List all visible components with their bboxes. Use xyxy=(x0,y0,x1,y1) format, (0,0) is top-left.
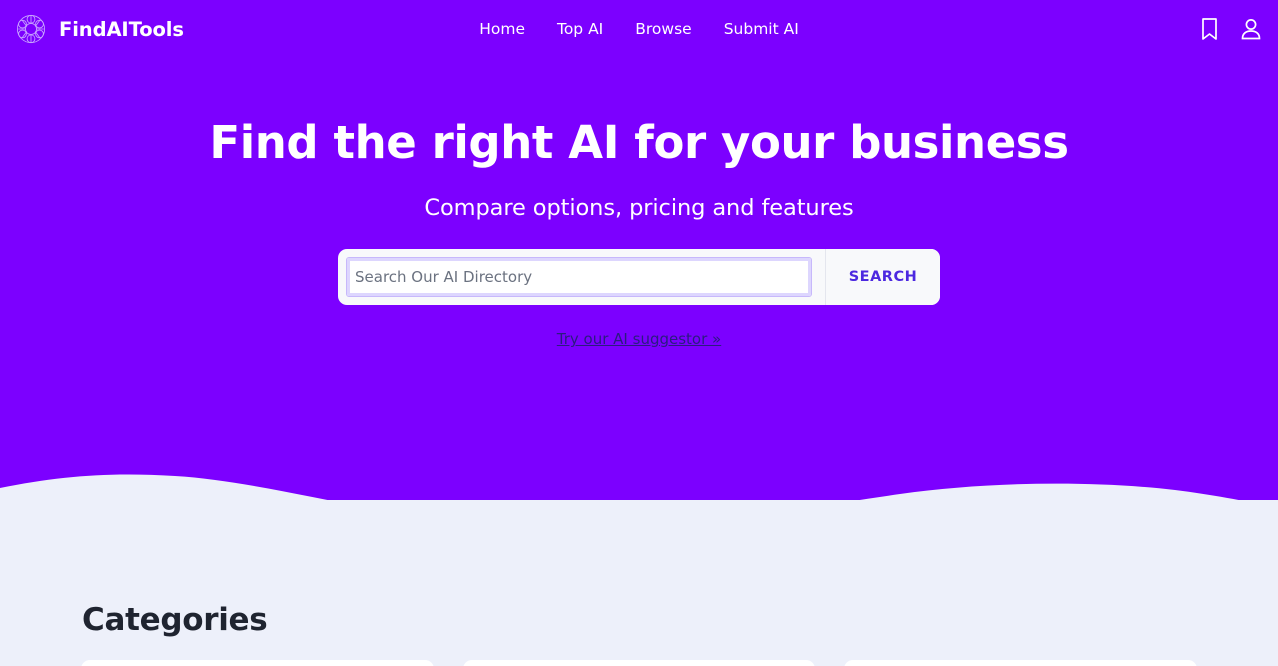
categories-card-row xyxy=(81,660,1198,666)
nav-item-home[interactable]: Home xyxy=(463,20,541,38)
category-card[interactable] xyxy=(844,660,1198,666)
search-input[interactable] xyxy=(346,257,812,298)
wave-divider xyxy=(0,474,1278,540)
header-icon-group xyxy=(1196,15,1264,43)
ai-suggestor-link[interactable]: Try our AI suggestor » xyxy=(557,330,721,348)
user-account-icon[interactable] xyxy=(1238,15,1264,43)
brand-logo-link[interactable]: FindAITools xyxy=(14,12,184,46)
categories-heading: Categories xyxy=(82,602,268,638)
main-navigation: Home Top AI Browse Submit AI xyxy=(0,20,1278,38)
category-card[interactable] xyxy=(81,660,434,666)
search-section: SEARCH xyxy=(0,249,1278,306)
page-title: Find the right AI for your business xyxy=(209,116,1069,169)
search-button[interactable]: SEARCH xyxy=(826,249,940,306)
search-bar: SEARCH xyxy=(338,249,940,306)
user-glyph xyxy=(1241,19,1261,40)
circular-mesh-logo-icon xyxy=(16,14,46,44)
search-input-wrapper xyxy=(338,249,825,305)
bookmark-icon[interactable] xyxy=(1196,15,1222,43)
nav-item-top-ai[interactable]: Top AI xyxy=(541,20,619,38)
site-header: FindAITools Home Top AI Browse Submit AI xyxy=(0,0,1278,58)
page-subtitle: Compare options, pricing and features xyxy=(424,195,854,222)
bookmark-glyph xyxy=(1201,18,1217,40)
nav-item-browse[interactable]: Browse xyxy=(619,20,707,38)
brand-name: FindAITools xyxy=(59,17,184,41)
nav-item-submit-ai[interactable]: Submit AI xyxy=(708,20,815,38)
category-card[interactable] xyxy=(462,660,816,666)
categories-section: Categories xyxy=(0,540,1278,666)
suggestor-section: Try our AI suggestor » xyxy=(0,329,1278,348)
